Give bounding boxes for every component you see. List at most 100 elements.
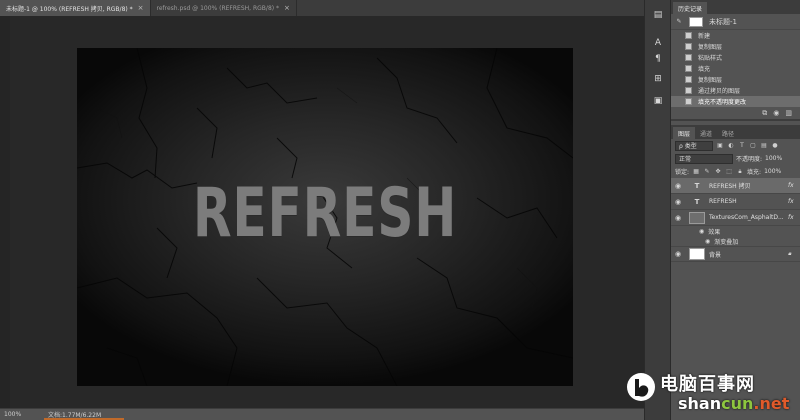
right-panels: 历史记录 ✎ 未标题-1 新建 复制图层 粘贴样式 填充 复制图层 通过拷贝的图… xyxy=(670,0,800,420)
lock-pixels-icon[interactable]: ▦ xyxy=(692,168,700,176)
eye-icon[interactable]: ◉ xyxy=(699,228,704,235)
lock-paint-icon[interactable]: ✎ xyxy=(703,168,711,176)
trash-icon[interactable]: ▥ xyxy=(785,109,792,117)
lock-position-icon[interactable]: ✥ xyxy=(714,168,722,176)
layer-name: 背景 xyxy=(709,251,722,259)
history-item-label: 粘贴样式 xyxy=(698,55,723,62)
canvas-text: REFRESH xyxy=(192,174,458,253)
shape-filter-icon[interactable]: ▢ xyxy=(749,142,757,150)
site-logo-icon xyxy=(627,373,655,401)
history-step-icon xyxy=(685,76,692,83)
history-item-label: 填充不透明度更改 xyxy=(698,99,747,106)
document-area[interactable]: REFRESH xyxy=(0,16,644,408)
smart-filter-icon[interactable]: ▤ xyxy=(760,142,768,150)
tab-layers[interactable]: 图层 xyxy=(673,127,696,139)
tab-untitled-1[interactable]: 未标题-1 @ 100% (REFRESH 拷贝, RGB/8) * × xyxy=(0,0,151,16)
history-item[interactable]: 复制图层 xyxy=(671,41,800,52)
layer-row[interactable]: ◉ TexturesCom_AsphaltD... fx xyxy=(671,210,800,226)
tab-channels[interactable]: 通道 xyxy=(695,127,717,139)
watermark: 电脑百事网 shancun.net xyxy=(620,364,800,420)
fill-value[interactable]: 100% xyxy=(764,168,781,175)
history-icon[interactable]: ▤ xyxy=(650,8,666,22)
fx-icon[interactable]: fx xyxy=(788,198,800,205)
status-bar: 100% 文档:1.77M/6.22M xyxy=(0,408,644,420)
history-item-label: 复制图层 xyxy=(698,77,723,84)
eye-icon[interactable]: ◉ xyxy=(671,198,685,206)
lock-all-icon[interactable]: 🔒︎ xyxy=(736,168,744,176)
history-panel-header: 历史记录 xyxy=(671,0,800,14)
filter-toggle-icon[interactable]: ● xyxy=(771,142,779,150)
new-document-icon[interactable]: ⧉ xyxy=(762,109,767,118)
image-icon[interactable]: ▣ xyxy=(650,94,666,108)
adjust-filter-icon[interactable]: ◐ xyxy=(727,142,735,150)
lock-label: 锁定: xyxy=(675,169,690,176)
text-filter-icon[interactable]: T xyxy=(738,142,746,150)
tab-refresh-psd[interactable]: refresh.psd @ 100% (REFRESH, RGB/8) * × xyxy=(151,0,297,16)
layers-panel-header: 图层 通道 路径 xyxy=(671,125,800,139)
history-step-icon xyxy=(685,43,692,50)
text-layer-icon: T xyxy=(694,181,700,190)
paragraph-icon[interactable]: ¶ xyxy=(650,52,666,66)
history-item[interactable]: 填充 xyxy=(671,63,800,74)
history-item[interactable]: 新建 xyxy=(671,30,800,41)
history-step-icon xyxy=(685,65,692,72)
snapshot-thumbnail xyxy=(689,16,703,27)
watermark-en-a: shan xyxy=(678,394,722,413)
watermark-en: shancun.net xyxy=(678,394,789,413)
layer-row[interactable]: ◉ T REFRESH fx xyxy=(671,194,800,210)
tab-paths[interactable]: 路径 xyxy=(717,127,739,139)
opacity-label: 不透明度: xyxy=(736,156,763,163)
layer-row[interactable]: ◉ T REFRESH 拷贝 fx xyxy=(671,178,800,194)
eye-icon[interactable]: ◉ xyxy=(671,182,685,190)
history-item[interactable]: 粘贴样式 xyxy=(671,52,800,63)
tab-history[interactable]: 历史记录 xyxy=(673,2,708,14)
camera-icon[interactable]: ◉ xyxy=(773,109,779,117)
watermark-en-b: cun xyxy=(721,394,754,413)
eye-icon[interactable]: ◉ xyxy=(705,238,710,245)
fx-icon[interactable]: fx xyxy=(788,182,800,189)
history-snapshot[interactable]: ✎ 未标题-1 xyxy=(671,14,800,30)
tab-label: refresh.psd @ 100% (REFRESH, RGB/8) * xyxy=(156,4,280,12)
lock-row: 锁定: ▦ ✎ ✥ ⬚ 🔒︎ 填充: 100% xyxy=(671,165,800,178)
fill-label: 填充: xyxy=(747,169,762,176)
watermark-en-c: .net xyxy=(753,394,790,413)
blend-mode-select[interactable]: 正常 xyxy=(675,153,733,164)
layer-row[interactable]: ◉ 背景 🔒︎ xyxy=(671,246,800,262)
watermark-cn: 电脑百事网 xyxy=(660,374,755,395)
layer-name: REFRESH 拷贝 xyxy=(709,183,751,190)
layer-name: REFRESH xyxy=(709,198,737,205)
fx-icon[interactable]: fx xyxy=(788,214,800,221)
document-tab-bar: 未标题-1 @ 100% (REFRESH 拷贝, RGB/8) * × ref… xyxy=(0,0,644,16)
layer-filter-select[interactable]: ρ 类型 xyxy=(675,140,713,151)
history-item[interactable]: 通过拷贝的图层 xyxy=(671,85,800,96)
history-step-icon xyxy=(685,32,692,39)
effect-item-row[interactable]: ◉ 渐变叠加 xyxy=(671,236,800,246)
eye-icon[interactable]: ◉ xyxy=(671,214,685,222)
layer-name: TexturesCom_AsphaltD... xyxy=(709,214,784,221)
close-icon[interactable]: × xyxy=(284,4,290,12)
history-list: 新建 复制图层 粘贴样式 填充 复制图层 通过拷贝的图层 填充不透明度更改 xyxy=(671,30,800,107)
brush-icon: ✎ xyxy=(676,18,682,25)
layer-filter-row: ρ 类型 ▣ ◐ T ▢ ▤ ● xyxy=(671,139,800,152)
texture-thumbnail xyxy=(689,211,705,224)
adjust-icon[interactable]: ⊞ xyxy=(650,72,666,86)
effects-row[interactable]: ◉ 效果 xyxy=(671,226,800,236)
history-item-label: 通过拷贝的图层 xyxy=(698,88,741,95)
blend-row: 正常 不透明度: 100% xyxy=(671,152,800,165)
opacity-value[interactable]: 100% xyxy=(765,155,782,162)
image-filter-icon[interactable]: ▣ xyxy=(716,142,724,150)
canvas[interactable]: REFRESH xyxy=(77,48,573,386)
tab-label: 未标题-1 @ 100% (REFRESH 拷贝, RGB/8) * xyxy=(6,5,133,13)
history-item-selected[interactable]: 填充不透明度更改 xyxy=(671,96,800,107)
snapshot-label: 未标题-1 xyxy=(709,17,737,26)
history-item[interactable]: 复制图层 xyxy=(671,74,800,85)
close-icon[interactable]: × xyxy=(138,4,144,12)
eye-icon[interactable]: ◉ xyxy=(671,250,685,258)
text-icon[interactable]: A xyxy=(650,36,666,50)
lock-artboard-icon[interactable]: ⬚ xyxy=(725,168,733,176)
history-item-label: 新建 xyxy=(698,33,711,40)
lock-icon: 🔒︎ xyxy=(788,250,792,257)
effects-label: 效果 xyxy=(708,228,721,236)
panel-dock-strip: ▤ A ¶ ⊞ ▣ xyxy=(644,0,670,420)
zoom-level[interactable]: 100% xyxy=(0,411,44,418)
